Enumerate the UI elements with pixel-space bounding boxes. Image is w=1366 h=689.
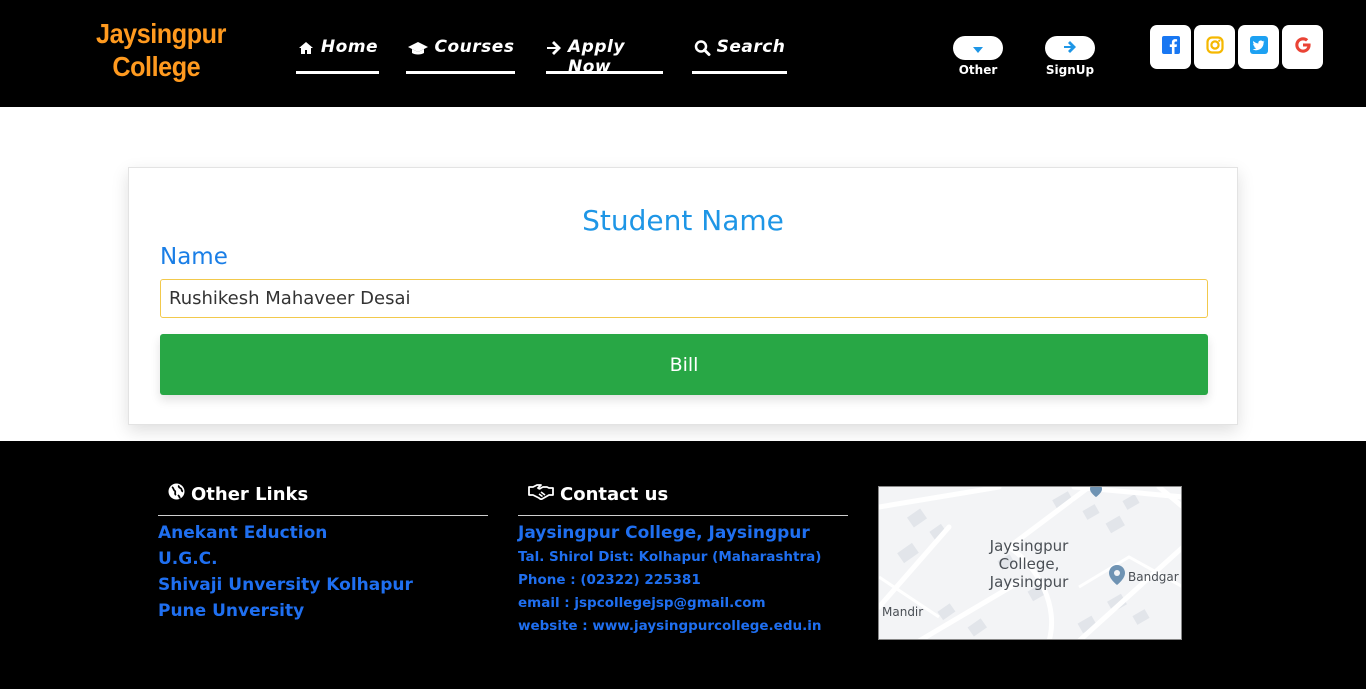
nav-courses[interactable]: Courses [406,37,515,74]
map-place-line3: Jaysingpur [989,573,1069,591]
site-footer: Other Links Anekant Eduction U.G.C. Shiv… [0,441,1366,689]
search-icon [694,39,711,57]
name-label: Name [160,244,228,270]
nav-apply-label: Apply Now [568,37,625,77]
map-place-line2: College, [998,555,1060,573]
arrow-right-icon [546,39,562,57]
nav-home[interactable]: Home [296,37,379,74]
contact-divider [518,515,848,516]
instagram-link[interactable] [1194,25,1235,69]
form-title: Student Name [582,204,784,237]
contact-heading-text: Contact us [560,483,669,505]
brand-line-1: Jaysingpur [96,18,226,49]
nav-courses-label: Courses [434,37,515,57]
signup-label: SignUp [1045,63,1095,77]
name-input[interactable] [160,279,1208,318]
twitter-link[interactable] [1238,25,1279,69]
other-links-heading: Other Links [168,483,308,505]
footer-link-ugc[interactable]: U.G.C. [158,549,218,569]
location-map[interactable]: Jaysingpur College, Jaysingpur Bandgar M… [878,486,1182,640]
other-links-divider [158,515,488,516]
google-icon [1294,36,1312,58]
arrow-right-icon [1063,39,1077,58]
contact-title: Jaysingpur College, Jaysingpur [518,523,810,543]
graduation-cap-icon [407,39,429,57]
bill-button[interactable]: Bill [160,334,1208,395]
contact-email[interactable]: email : jspcollegejsp@gmail.com [518,595,766,611]
map-poi-bandgar: Bandgar [1128,570,1179,584]
footer-link-shivaji[interactable]: Shivaji Unversity Kolhapur [158,575,413,595]
nav-apply-now[interactable]: Apply Now [546,37,663,77]
contact-address: Tal. Shirol Dist: Kolhapur (Maharashtra) [518,549,822,565]
contact-heading: Contact us [528,483,668,505]
google-link[interactable] [1282,25,1323,69]
contact-website[interactable]: website : www.jaysingpurcollege.edu.in [518,618,821,634]
nav-home-label: Home [320,37,379,57]
contact-phone: Phone : (02322) 225381 [518,572,701,588]
facebook-icon [1161,36,1180,58]
other-links-heading-text: Other Links [191,483,309,505]
other-label: Other [958,63,998,77]
twitter-icon [1249,36,1268,58]
other-dropdown-button[interactable] [953,36,1003,60]
footer-link-anekant[interactable]: Anekant Eduction [158,523,327,543]
map-pin-icon [1109,565,1125,585]
nav-search-label: Search [716,37,786,57]
signup-button[interactable] [1045,36,1095,60]
main-content: Student Name Name Bill [0,107,1366,441]
handshake-icon [528,483,554,505]
map-poi-mandir: Mandir [882,605,924,619]
instagram-icon [1205,36,1224,58]
footer-link-pune[interactable]: Pune Unversity [158,601,304,621]
map-place-label: Jaysingpur College, Jaysingpur [974,537,1084,591]
caret-down-icon [972,39,984,58]
site-header: Jaysingpur College Home Courses Apply No… [0,0,1366,107]
brand-logo[interactable]: Jaysingpur College [96,17,226,83]
brand-line-2: College [112,51,201,82]
home-icon [297,39,315,57]
student-form-card: Student Name Name Bill [128,167,1238,425]
globe-icon [168,483,185,505]
map-place-line1: Jaysingpur [989,537,1069,555]
nav-search[interactable]: Search [692,37,787,74]
facebook-link[interactable] [1150,25,1191,69]
